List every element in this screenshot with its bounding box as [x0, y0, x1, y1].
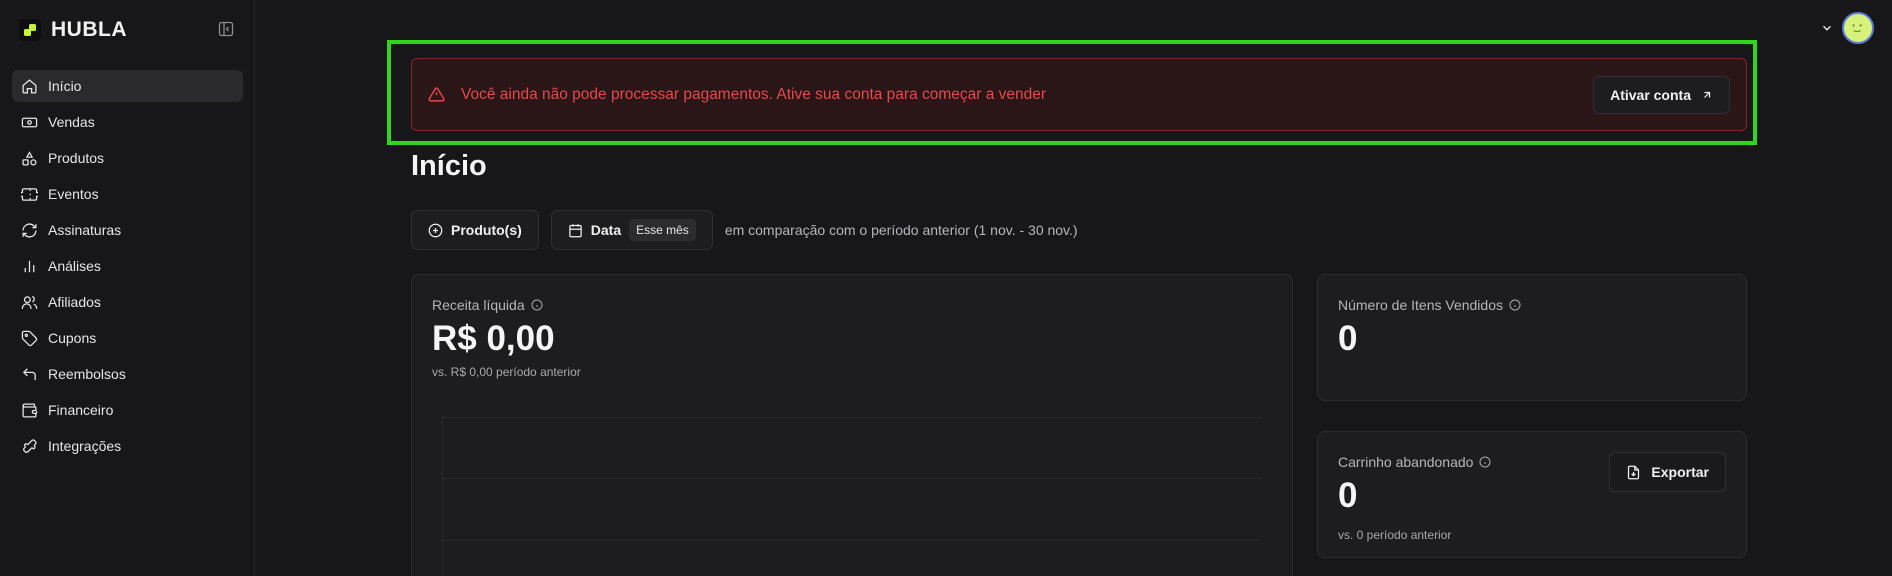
sidebar-item-analises[interactable]: Análises	[12, 250, 243, 282]
sidebar-item-produtos[interactable]: Produtos	[12, 142, 243, 174]
calendar-icon	[569, 223, 582, 237]
items-sold-label: Número de Itens Vendidos	[1338, 297, 1503, 313]
chart-gridline	[442, 478, 1262, 479]
revenue-comparison: vs. R$ 0,00 período anterior	[432, 365, 581, 379]
revenue-label: Receita líquida	[432, 297, 525, 313]
sidebar-item-label: Reembolsos	[48, 366, 126, 382]
sidebar-item-assinaturas[interactable]: Assinaturas	[12, 214, 243, 246]
sidebar-item-label: Análises	[48, 258, 101, 274]
hubla-logo-icon	[19, 19, 41, 41]
filters-bar: Produto(s) Data Esse mês em comparação c…	[411, 210, 1078, 250]
chevron-down-icon[interactable]	[1820, 21, 1834, 35]
wallet-icon	[22, 402, 38, 418]
chart-axis	[442, 415, 443, 576]
product-filter-button[interactable]: Produto(s)	[411, 210, 539, 250]
items-sold-card: Número de Itens Vendidos 0	[1317, 274, 1747, 401]
banknote-icon	[21, 117, 38, 127]
home-icon	[22, 78, 37, 94]
abandoned-cart-comparison: vs. 0 período anterior	[1338, 528, 1452, 542]
sidebar-item-cupons[interactable]: Cupons	[12, 322, 243, 354]
brand[interactable]: HUBLA	[19, 18, 127, 42]
sidebar-item-reembolsos[interactable]: Reembolsos	[12, 358, 243, 390]
avatar[interactable]	[1842, 12, 1874, 44]
activate-account-label: Ativar conta	[1610, 87, 1691, 103]
chart-gridline	[442, 540, 1262, 541]
sidebar-item-label: Vendas	[48, 114, 95, 130]
sidebar-item-afiliados[interactable]: Afiliados	[12, 286, 243, 318]
product-filter-label: Produto(s)	[451, 222, 522, 238]
info-icon[interactable]	[1479, 456, 1491, 468]
date-filter-label: Data	[590, 222, 622, 238]
revenue-value: R$ 0,00	[432, 319, 555, 358]
avatar-face-icon	[1852, 24, 1862, 33]
arrow-up-right-icon	[1704, 91, 1711, 98]
sidebar-item-label: Cupons	[48, 330, 97, 346]
revenue-label-row: Receita líquida	[432, 297, 543, 313]
export-button[interactable]: Exportar	[1609, 452, 1726, 492]
users-icon	[21, 295, 38, 309]
sidebar-nav: Início Vendas Produtos Eventos Assinatur…	[12, 70, 243, 466]
sidebar-item-integracoes[interactable]: Integrações	[12, 430, 243, 462]
sidebar-item-label: Financeiro	[48, 402, 114, 418]
sidebar: HUBLA Início Vendas Produtos Eventos Ass…	[0, 0, 255, 576]
sidebar-item-financeiro[interactable]: Financeiro	[12, 394, 243, 426]
bar-chart-icon	[24, 260, 35, 272]
sidebar-item-inicio[interactable]: Início	[12, 70, 243, 102]
sidebar-item-label: Assinaturas	[48, 222, 122, 238]
date-filter-button[interactable]: Data Esse mês	[550, 210, 713, 250]
puzzle-icon	[22, 438, 37, 453]
items-sold-value: 0	[1338, 319, 1358, 358]
revenue-card: Receita líquida R$ 0,00 vs. R$ 0,00 perí…	[411, 274, 1293, 576]
file-download-icon	[1628, 465, 1640, 479]
sidebar-item-vendas[interactable]: Vendas	[12, 106, 243, 138]
sidebar-item-label: Produtos	[48, 150, 105, 166]
brand-name: HUBLA	[51, 18, 127, 41]
comparison-text: em comparação com o período anterior (1 …	[724, 222, 1078, 238]
abandoned-cart-label-row: Carrinho abandonado	[1338, 454, 1491, 470]
user-menu	[1820, 12, 1874, 44]
warning-triangle-icon	[428, 87, 445, 102]
activate-account-button[interactable]: Ativar conta	[1593, 76, 1730, 114]
sidebar-item-eventos[interactable]: Eventos	[12, 178, 243, 210]
info-icon[interactable]	[531, 299, 543, 311]
date-range-badge: Esse mês	[629, 219, 696, 241]
sidebar-item-label: Integrações	[48, 438, 122, 454]
tag-icon	[21, 330, 38, 346]
plus-circle-icon	[428, 223, 443, 237]
chart-gridline	[442, 417, 1262, 418]
shapes-icon	[22, 150, 37, 166]
alert-message: Você ainda não pode processar pagamentos…	[461, 85, 1047, 103]
refresh-icon	[22, 223, 37, 237]
items-sold-label-row: Número de Itens Vendidos	[1338, 297, 1521, 313]
undo-icon	[22, 367, 36, 380]
sidebar-item-label: Início	[48, 78, 82, 94]
activation-alert: Você ainda não pode processar pagamentos…	[411, 58, 1747, 131]
collapse-sidebar-icon[interactable]	[218, 21, 234, 37]
abandoned-cart-card: Carrinho abandonado 0 vs. 0 período ante…	[1317, 431, 1747, 558]
ticket-icon	[21, 187, 38, 201]
sidebar-item-label: Afiliados	[48, 294, 101, 310]
abandoned-cart-label: Carrinho abandonado	[1338, 454, 1474, 470]
abandoned-cart-value: 0	[1338, 476, 1358, 515]
page-title: Início	[411, 150, 487, 182]
info-icon[interactable]	[1509, 299, 1521, 311]
sidebar-item-label: Eventos	[48, 186, 99, 202]
export-label: Exportar	[1651, 464, 1709, 480]
